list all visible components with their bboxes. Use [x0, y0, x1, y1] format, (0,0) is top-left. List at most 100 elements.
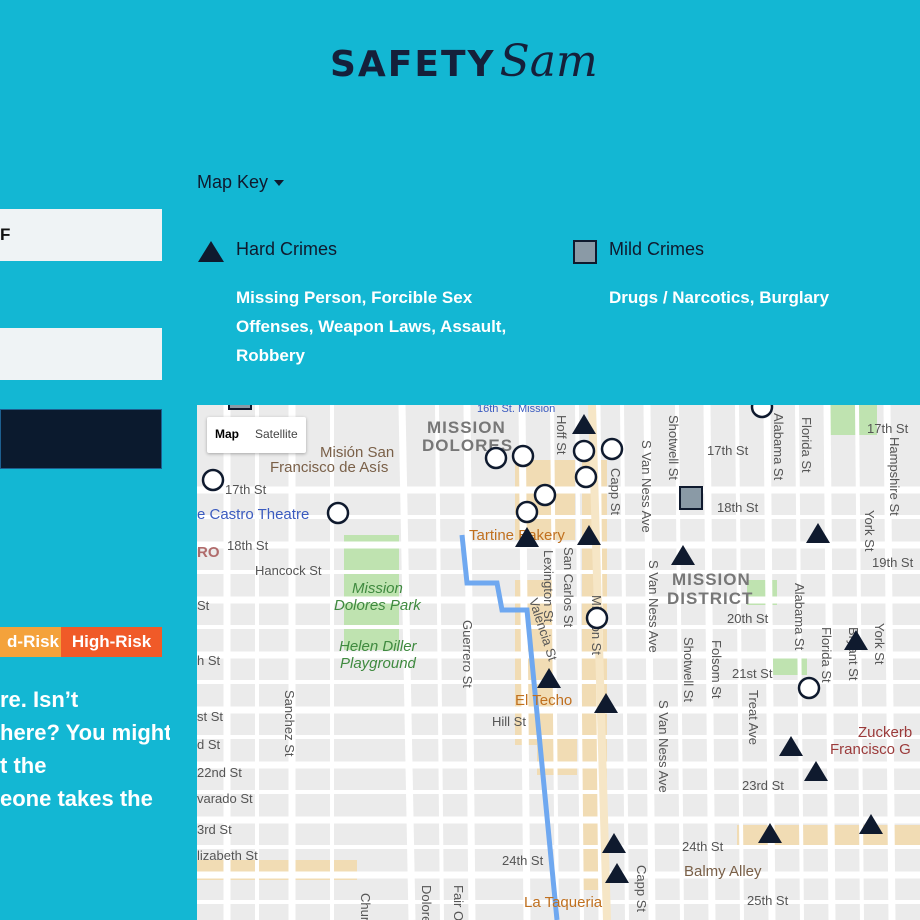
street-label: 17th St [225, 482, 267, 497]
hard-crimes-description: Missing Person, Forcible Sex Offenses, W… [236, 288, 507, 365]
mid-risk-legend: d-Risk [0, 627, 61, 657]
street-label: Florida St [799, 417, 814, 473]
place-label: Dolores Park [334, 597, 422, 614]
street-label: 18th St [717, 500, 759, 515]
origin-input-value: F [0, 225, 11, 244]
neighborhood-label: MISSION [672, 570, 751, 589]
street-label: 3rd St [197, 822, 232, 837]
mild-crime-marker [679, 486, 703, 510]
place-label: Helen Diller [339, 638, 418, 655]
street-label: lizabeth St [197, 848, 258, 863]
submit-button[interactable] [0, 409, 162, 469]
street-label: h St [197, 653, 221, 668]
street-label: 25th St [747, 893, 789, 908]
blurb-line: here? You might [0, 720, 170, 745]
street-label: 22nd St [197, 765, 242, 780]
street-label: 17th St [867, 421, 909, 436]
route-point [533, 483, 557, 507]
street-label: York St [862, 510, 877, 552]
logo-script-text: Sam [499, 36, 598, 87]
place-label: Francisco G [830, 741, 911, 758]
blurb-line: eone takes the [0, 786, 153, 811]
map-key-toggle[interactable]: Map Key [197, 172, 285, 193]
street-label: 20th St [727, 611, 769, 626]
street-label: S Van Ness Ave [639, 440, 654, 533]
street-label: Shotwell St [681, 637, 696, 702]
blurb-line: t the [0, 753, 47, 778]
street-label: S Van Ness Ave [656, 700, 671, 793]
street-label: Hill St [492, 714, 526, 729]
map-canvas: 17th St 17th St 17th St 18th St 18th St … [197, 405, 920, 920]
street-label: 23rd St [742, 778, 784, 793]
route-point [750, 405, 774, 419]
route-point [515, 500, 539, 524]
street-label: Hoff St [554, 415, 569, 455]
street-label: Fair O [451, 885, 466, 920]
neighborhood-label: MISSION [427, 418, 506, 437]
street-label: Sanchez St [282, 690, 297, 757]
street-label: York St [872, 623, 887, 665]
place-label: Mission [352, 580, 403, 597]
street-label: St [197, 598, 210, 613]
route-point [511, 444, 535, 468]
safetysam-logo[interactable]: SAFETYSam [330, 36, 598, 87]
street-label: 19th St [872, 555, 914, 570]
street-label: Capp St [608, 468, 623, 515]
neighborhood-label: DISTRICT [667, 589, 753, 608]
street-label: Hancock St [255, 563, 322, 578]
place-label: Balmy Alley [684, 863, 762, 880]
place-label: Zuckerb [858, 724, 912, 741]
square-icon [573, 240, 597, 264]
street-label: Alabama St [792, 583, 807, 651]
route-point [797, 676, 821, 700]
route-point [574, 465, 598, 489]
street-label: Dolore [419, 885, 434, 920]
route-point [201, 468, 225, 492]
route-point [600, 437, 624, 461]
hard-crimes-title: Hard Crimes [236, 239, 338, 259]
place-label: RO [197, 544, 220, 561]
blurb-line: re. Isn’t [0, 687, 79, 712]
street-label: Lexington St [541, 550, 556, 623]
street-label: 24th St [502, 853, 544, 868]
place-label: e Castro Theatre [197, 506, 309, 523]
route-point [484, 446, 508, 470]
map-view-button[interactable]: Map [207, 417, 247, 453]
place-label: El Techo [515, 692, 572, 709]
street-label: Folsom St [709, 640, 724, 699]
street-label: Florida St [819, 627, 834, 683]
street-label: Guerrero St [460, 620, 475, 688]
street-label: Chur [358, 893, 373, 920]
street-label: 24th St [682, 839, 724, 854]
mild-crime-marker [228, 405, 252, 410]
street-label: 17th St [707, 443, 749, 458]
map-type-control[interactable]: Map Satellite [207, 417, 306, 453]
street-label: Treat Ave [746, 690, 761, 745]
map-key-label: Map Key [197, 172, 269, 192]
high-risk-legend: High-Risk [61, 627, 162, 657]
street-label: varado St [197, 791, 253, 806]
mild-crimes-title: Mild Crimes [609, 239, 705, 259]
place-label: Francisco de Asís [270, 459, 388, 476]
street-label: Hampshire St [887, 437, 902, 516]
mild-crimes-description: Drugs / Narcotics, Burglary [609, 288, 830, 307]
street-label: Capp St [634, 865, 649, 912]
street-label: 21st St [732, 666, 773, 681]
place-label: Playground [340, 655, 417, 672]
crime-map[interactable]: 17th St 17th St 17th St 18th St 18th St … [197, 405, 920, 920]
street-label: st St [197, 709, 223, 724]
route-description: re. Isn’t here? You might t the eone tak… [0, 683, 170, 815]
street-label: Alabama St [771, 413, 786, 481]
logo-bold-text: SAFETY [330, 44, 496, 85]
origin-input[interactable]: F [0, 209, 162, 261]
place-label: 16th St. Mission [477, 405, 555, 415]
triangle-icon [198, 241, 224, 262]
place-label: La Taqueria [524, 894, 603, 911]
place-label: Tartine Bakery [469, 527, 565, 544]
commercial-areas [197, 460, 920, 890]
destination-input[interactable] [0, 328, 162, 380]
street-label: S Van Ness Ave [646, 560, 661, 653]
street-label: Shotwell St [666, 415, 681, 480]
satellite-view-button[interactable]: Satellite [247, 417, 306, 453]
street-label: San Carlos St [561, 547, 576, 628]
